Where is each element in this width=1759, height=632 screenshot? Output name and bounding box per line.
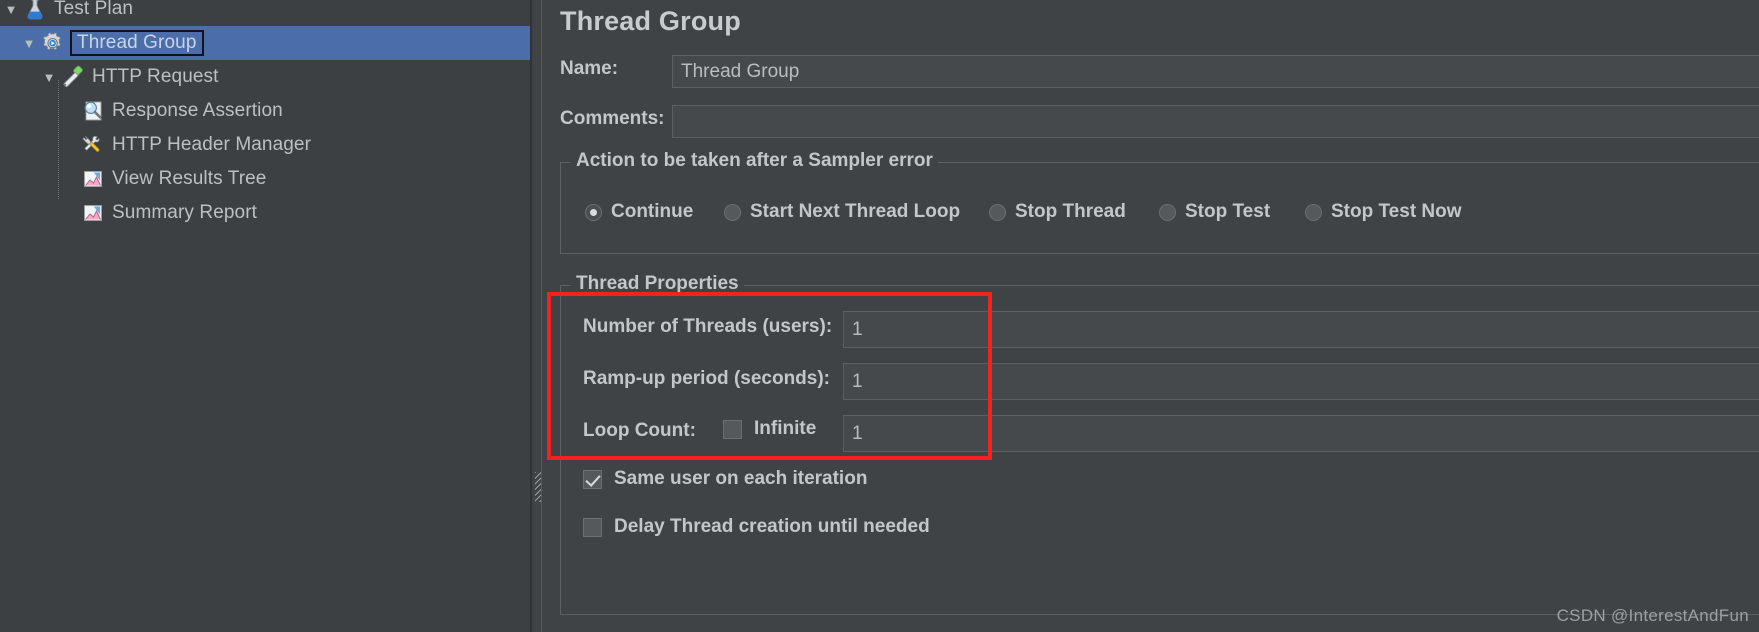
delay-thread-checkbox-item[interactable]: Delay Thread creation until needed: [583, 516, 930, 538]
flask-icon: [22, 0, 48, 22]
tree-item-label: Summary Report: [112, 202, 257, 223]
infinite-label: Infinite: [754, 418, 817, 439]
tree-item-view-results-tree[interactable]: ▼View Results Tree: [0, 162, 530, 196]
comments-row: Comments:: [560, 108, 665, 130]
number-of-threads-row: Number of Threads (users):: [583, 316, 832, 338]
radio-continue[interactable]: Continue: [585, 201, 693, 223]
radio-label: Stop Thread: [1015, 201, 1126, 222]
pipette-icon: [60, 64, 86, 90]
radio-label: Stop Test: [1185, 201, 1271, 222]
ramp-up-period-input[interactable]: [843, 363, 1759, 400]
jmeter-window: ▼ Test Plan ▼ Thread Group ▼ HTTP Request ▼Res…: [0, 0, 1759, 632]
chart-pink-icon: [80, 166, 106, 192]
sampler-error-group: Action to be taken after a Sampler error…: [560, 150, 1759, 254]
thread-properties-group: Thread Properties Number of Threads (use…: [560, 273, 1759, 615]
radio-stop-test-now[interactable]: Stop Test Now: [1305, 201, 1462, 223]
tree-item-http-header-manager[interactable]: ▼HTTP Header Manager: [0, 128, 530, 162]
tree-item-test-plan[interactable]: ▼ Test Plan: [0, 0, 530, 26]
ramp-up-period-row: Ramp-up period (seconds):: [583, 368, 830, 390]
tree-item-thread-group[interactable]: ▼ Thread Group: [0, 26, 530, 60]
chevron-down-icon[interactable]: ▼: [38, 71, 60, 84]
same-user-checkbox[interactable]: [583, 469, 602, 489]
radio-dot-icon[interactable]: [1159, 203, 1176, 221]
thread-properties-group-title: Thread Properties: [571, 273, 744, 295]
radio-label: Start Next Thread Loop: [750, 201, 961, 222]
tree-list: ▼ Test Plan ▼ Thread Group ▼ HTTP Request ▼Res…: [0, 0, 530, 230]
loop-count-row: Loop Count:: [583, 420, 696, 442]
test-plan-tree-panel[interactable]: ▼ Test Plan ▼ Thread Group ▼ HTTP Request ▼Res…: [0, 0, 530, 632]
tree-item-response-assertion[interactable]: ▼Response Assertion: [0, 94, 530, 128]
number-of-threads-label: Number of Threads (users):: [583, 316, 833, 337]
radio-label: Continue: [611, 201, 694, 222]
loop-count-label: Loop Count:: [583, 420, 696, 441]
radio-label: Stop Test Now: [1331, 201, 1462, 222]
tree-item-label: Thread Group: [70, 29, 204, 57]
number-of-threads-input[interactable]: [843, 311, 1759, 348]
tree-item-label: HTTP Request: [92, 66, 219, 87]
same-user-checkbox-item[interactable]: Same user on each iteration: [583, 468, 867, 490]
tree-item-label: HTTP Header Manager: [112, 134, 312, 155]
same-user-label: Same user on each iteration: [614, 468, 868, 489]
infinite-checkbox[interactable]: [723, 419, 742, 439]
thread-group-config-panel: Thread Group Name: Comments: Action to b…: [542, 0, 1759, 632]
name-label: Name:: [560, 58, 619, 79]
magnifier-icon: [80, 98, 106, 124]
chevron-down-icon[interactable]: ▼: [18, 37, 40, 50]
radio-start-next-thread-loop[interactable]: Start Next Thread Loop: [724, 201, 960, 223]
tools-icon: [80, 132, 106, 158]
ramp-up-period-label: Ramp-up period (seconds):: [583, 368, 831, 389]
tree-item-summary-report[interactable]: ▼Summary Report: [0, 196, 530, 230]
gear-icon: [40, 30, 66, 56]
splitter-grip-icon[interactable]: [535, 472, 541, 502]
radio-dot-icon[interactable]: [585, 203, 602, 221]
watermark-text: CSDN @InterestAndFun: [1556, 606, 1749, 625]
radio-dot-icon[interactable]: [724, 203, 741, 221]
tree-item-label: Test Plan: [54, 0, 134, 19]
tree-item-label: Response Assertion: [112, 100, 283, 121]
tree-item-http-request[interactable]: ▼ HTTP Request: [0, 60, 530, 94]
radio-dot-icon[interactable]: [989, 203, 1006, 221]
name-input[interactable]: [672, 55, 1759, 88]
radio-stop-thread[interactable]: Stop Thread: [989, 201, 1126, 223]
chart-pink-icon: [80, 200, 106, 226]
infinite-checkbox-item[interactable]: Infinite: [723, 418, 816, 440]
radio-stop-test[interactable]: Stop Test: [1159, 201, 1270, 223]
comments-input[interactable]: [672, 105, 1759, 138]
chevron-down-icon[interactable]: ▼: [0, 3, 22, 16]
radio-dot-icon[interactable]: [1305, 203, 1322, 221]
sampler-error-group-title: Action to be taken after a Sampler error: [571, 150, 938, 172]
delay-thread-checkbox[interactable]: [583, 517, 602, 537]
name-row: Name:: [560, 58, 618, 80]
delay-thread-label: Delay Thread creation until needed: [614, 516, 930, 537]
loop-count-input[interactable]: [843, 415, 1759, 452]
page-title: Thread Group: [560, 6, 741, 36]
comments-label: Comments:: [560, 108, 665, 129]
panel-splitter[interactable]: [530, 0, 542, 632]
tree-item-label: View Results Tree: [112, 168, 267, 189]
